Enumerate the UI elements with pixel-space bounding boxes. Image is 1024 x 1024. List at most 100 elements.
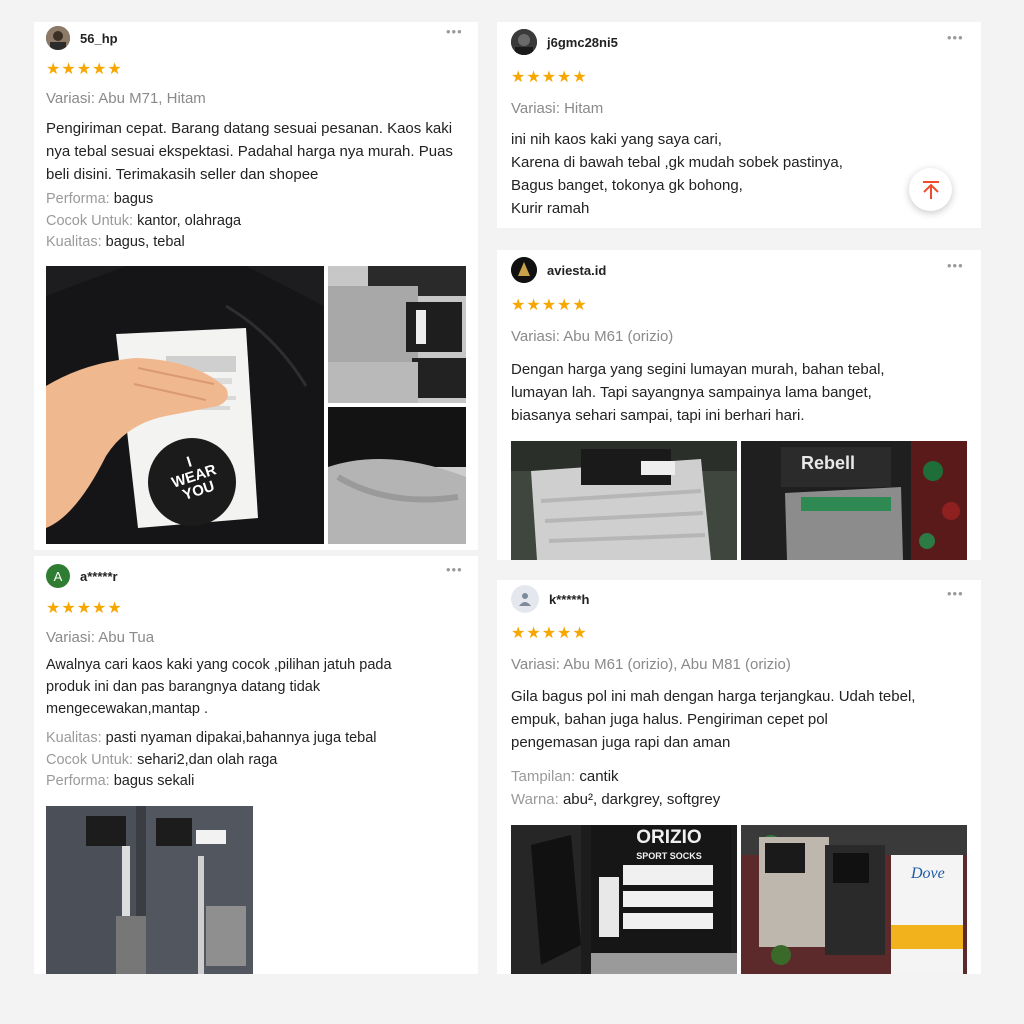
review-text-line: lumayan lah. Tapi sayangnya sampainya la… [511, 384, 872, 401]
review-card: k*****h ••• ★ ★ ★ ★ ★ Variasi: Abu M61 (… [497, 580, 981, 974]
person-icon[interactable] [511, 585, 539, 613]
review-photo[interactable]: Rebell [741, 441, 967, 560]
review-header: aviesta.id [511, 257, 606, 283]
star-icon: ★ [76, 61, 92, 78]
review-text-line: Gila bagus pol ini mah dengan harga terj… [511, 688, 916, 705]
attribute-row: Tampilan: cantik [511, 765, 720, 788]
attribute-value: bagus, tebal [105, 234, 185, 250]
star-icon: ★ [46, 61, 61, 78]
review-text-line: mengecewakan,mantap . [46, 701, 209, 717]
star-icon: ★ [92, 61, 107, 78]
attribute-row: Warna: abu², darkgrey, softgrey [511, 788, 720, 811]
attribute-label: Performa: [46, 191, 110, 207]
attribute-value: pasti nyaman dipakai,bahannya juga tebal [105, 730, 377, 746]
attribute-value: bagus sekali [113, 773, 195, 789]
star-icon: ★ [526, 69, 541, 86]
review-attributes: Performa: bagus Cocok Untuk: kantor, ola… [46, 189, 241, 254]
review-text-line: Pengiriman cepat. Barang datang sesuai p… [46, 120, 453, 137]
photo-brand-text: Dove [911, 865, 945, 882]
more-dots-icon[interactable]: ••• [947, 30, 964, 45]
review-text-line: Dengan harga yang segini lumayan murah, … [511, 361, 885, 378]
review-photo[interactable]: I WEAR YOU [46, 266, 324, 544]
review-photo[interactable]: Dove [741, 825, 967, 974]
review-card: 56_hp ••• ★ ★ ★ ★ ★ Variasi: Abu M71, Hi… [34, 22, 478, 550]
rating-stars: ★ ★ ★ ★ ★ [511, 298, 587, 314]
review-photo[interactable] [511, 441, 737, 560]
review-header: 56_hp [46, 26, 118, 50]
variation-label: Variasi: Abu M61 (orizio), Abu M81 (oriz… [511, 656, 791, 673]
attribute-row: Kualitas: pasti nyaman dipakai,bahannya … [46, 728, 377, 750]
attribute-label: Performa: [46, 773, 110, 789]
star-icon: ★ [511, 625, 526, 642]
user-avatar[interactable]: A [46, 564, 70, 588]
review-text-line: ini nih kaos kaki yang saya cari, [511, 131, 722, 148]
star-icon: ★ [572, 69, 587, 86]
username[interactable]: k*****h [549, 592, 589, 607]
attribute-row: Performa: bagus sekali [46, 771, 377, 793]
review-photo[interactable]: ORIZIO SPORT SOCKS [511, 825, 737, 974]
attribute-value: sehari2,dan olah raga [137, 751, 278, 768]
variation-label: Variasi: Abu M61 (orizio) [511, 328, 674, 345]
star-icon: ★ [572, 297, 587, 314]
more-dots-icon[interactable]: ••• [446, 562, 463, 577]
review-card: aviesta.id ••• ★ ★ ★ ★ ★ Variasi: Abu M6… [497, 250, 981, 560]
attribute-label: Warna: [511, 791, 559, 808]
review-photo[interactable] [46, 806, 253, 974]
review-text-line: pengemasan juga rapi dan aman [511, 734, 731, 751]
attribute-label: Kualitas: [46, 730, 102, 746]
star-icon: ★ [511, 69, 526, 86]
star-icon: ★ [107, 600, 122, 617]
attribute-value: kantor, olahraga [137, 212, 242, 229]
more-dots-icon[interactable]: ••• [446, 24, 463, 39]
attribute-label: Cocok Untuk: [46, 212, 134, 229]
star-icon: ★ [526, 297, 541, 314]
attribute-value: bagus [113, 191, 154, 207]
username[interactable]: 56_hp [80, 31, 118, 46]
review-text-line: Awalnya cari kaos kaki yang cocok ,pilih… [46, 657, 392, 673]
star-icon: ★ [511, 297, 526, 314]
star-icon: ★ [541, 297, 557, 314]
more-dots-icon[interactable]: ••• [947, 258, 964, 273]
user-avatar[interactable] [46, 26, 70, 50]
attribute-label: Kualitas: [46, 234, 102, 250]
star-icon: ★ [107, 61, 122, 78]
rating-stars: ★ ★ ★ ★ ★ [511, 70, 587, 86]
review-text: Gila bagus pol ini mah dengan harga terj… [511, 685, 915, 754]
review-photo[interactable] [328, 266, 466, 403]
variation-label: Variasi: Abu Tua [46, 629, 155, 646]
username[interactable]: j6gmc28ni5 [547, 35, 618, 50]
star-icon: ★ [526, 625, 541, 642]
scroll-to-top-button[interactable] [909, 168, 952, 211]
review-text: Dengan harga yang segini lumayan murah, … [511, 358, 885, 427]
username[interactable]: a*****r [80, 569, 118, 584]
rating-stars: ★ ★ ★ ★ ★ [511, 626, 587, 642]
more-dots-icon[interactable]: ••• [947, 586, 964, 601]
review-text-line: Bagus banget, tokonya gk bohong, [511, 177, 743, 194]
review-text-line: beli disini. Terimakasih seller dan shop… [46, 166, 319, 183]
rating-stars: ★ ★ ★ ★ ★ [46, 601, 122, 617]
review-card: A a*****r ••• ★ ★ ★ ★ ★ Variasi: Abu Tua… [34, 556, 478, 974]
star-icon: ★ [541, 625, 557, 642]
review-photo[interactable] [328, 407, 466, 544]
star-icon: ★ [92, 600, 107, 617]
star-icon: ★ [572, 625, 587, 642]
variation-label: Variasi: Hitam [511, 100, 604, 117]
attribute-row: Performa: bagus [46, 189, 241, 211]
username[interactable]: aviesta.id [547, 263, 606, 278]
review-attributes: Tampilan: cantik Warna: abu², darkgrey, … [511, 765, 720, 811]
review-attributes: Kualitas: pasti nyaman dipakai,bahannya … [46, 728, 377, 793]
review-header: A a*****r [46, 564, 118, 588]
photo-brand-text: ORIZIO SPORT SOCKS [636, 827, 702, 861]
user-avatar[interactable] [511, 257, 537, 283]
review-text-line: Kurir ramah [511, 200, 590, 217]
attribute-value: cantik [579, 768, 619, 785]
star-icon: ★ [557, 297, 572, 314]
star-icon: ★ [557, 69, 572, 86]
attribute-value: abu², darkgrey, softgrey [562, 791, 721, 808]
user-avatar[interactable] [511, 29, 537, 55]
review-text: Pengiriman cepat. Barang datang sesuai p… [46, 117, 453, 186]
review-text-line: produk ini dan pas barangnya datang tida… [46, 679, 321, 695]
star-icon: ★ [76, 600, 92, 617]
review-text-line: biasanya sehari sampai, tapi ini berhari… [511, 407, 805, 424]
review-header: k*****h [511, 585, 589, 613]
